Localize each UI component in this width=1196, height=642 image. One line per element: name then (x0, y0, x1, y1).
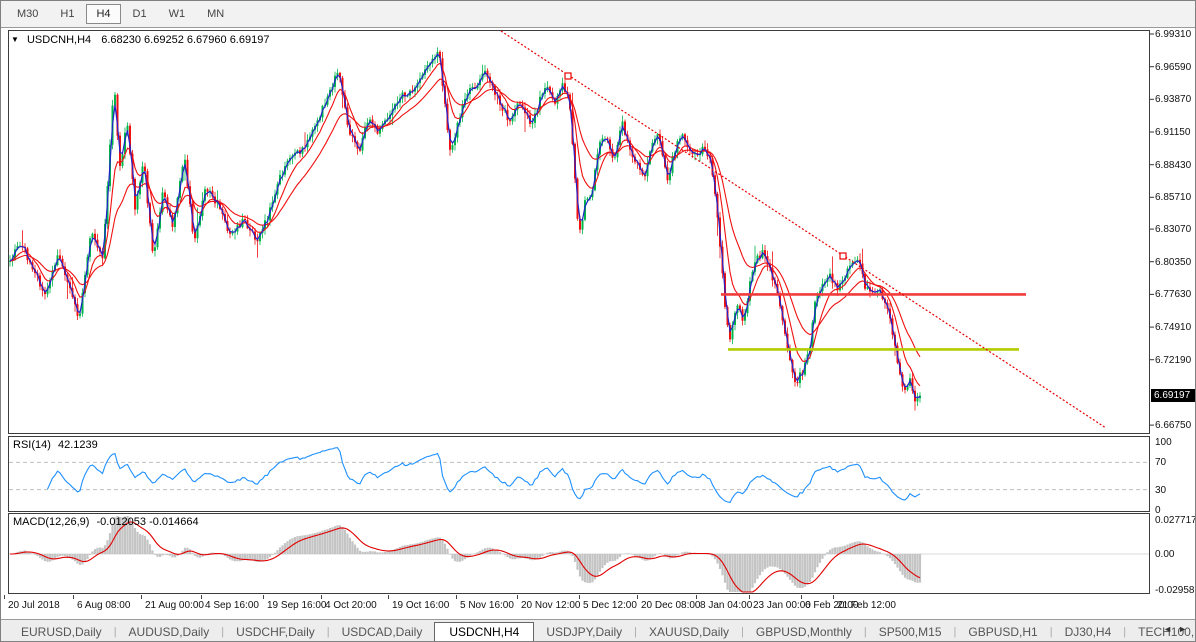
tab-scroll-arrows: ◄► (1163, 624, 1193, 634)
price-axis-label: 6.72190 (1155, 355, 1191, 366)
date-axis-label: 6 Aug 08:00 (77, 600, 130, 611)
timeframe-button-w1[interactable]: W1 (159, 4, 196, 24)
chart-symbol-label: USDCNH,H4 (27, 34, 91, 46)
price-axis-label: 6.83070 (1155, 224, 1191, 235)
date-axis-label: 5 Nov 16:00 (460, 600, 514, 611)
trendline-handle-1[interactable] (565, 73, 571, 79)
timeframe-button-m30[interactable]: M30 (7, 4, 48, 24)
rsi-axis-label: 100 (1155, 437, 1172, 448)
timeframe-toolbar: M30H1H4D1W1MN (1, 1, 1196, 28)
timeframe-button-h1[interactable]: H1 (50, 4, 84, 24)
date-tick-mark (696, 595, 697, 599)
date-axis: 20 Jul 2018 6 Aug 08:00 21 Aug 00:004 Sep … (1, 595, 1196, 619)
terminal-window: M30H1H4D1W1MN ▼ USDCNH,H4 6.68230 6.6925… (0, 0, 1196, 642)
macd-axis-label: 0.00 (1155, 549, 1174, 560)
rsi-plot-frame (9, 437, 1150, 512)
date-axis-label: 20 Jul 2018 (8, 600, 60, 611)
main-plot-frame (9, 31, 1150, 434)
date-tick-mark (73, 595, 74, 599)
price-axis-label: 6.85710 (1155, 192, 1191, 203)
macd-label: MACD(12,26,9) -0.012053 -0.014664 (13, 516, 199, 528)
chart-title: ▼ USDCNH,H4 6.68230 6.69252 6.67960 6.69… (11, 34, 269, 46)
date-axis-label: 4 Sep 16:00 (205, 600, 259, 611)
date-tick-mark (801, 595, 802, 599)
price-axis-label: 6.74910 (1155, 322, 1191, 333)
date-tick-mark (833, 595, 834, 599)
chart-tab-usdcad-daily[interactable]: USDCAD,Daily (330, 623, 435, 641)
price-axis-label: 6.66750 (1155, 420, 1191, 431)
date-axis-label: 21 Aug 00:00 (145, 600, 204, 611)
tab-scroll-right-icon[interactable]: ► (1178, 624, 1193, 634)
date-tick-mark (637, 595, 638, 599)
chart-tab-usdcnh-h4[interactable]: USDCNH,H4 (434, 622, 534, 642)
main-chart-panel[interactable]: ▼ USDCNH,H4 6.68230 6.69252 6.67960 6.69… (1, 29, 1196, 435)
rsi-axis-label: 30 (1155, 485, 1166, 496)
tab-scroll-left-icon[interactable]: ◄ (1163, 624, 1178, 634)
date-axis-label: 8 Jan 04:00 (700, 600, 752, 611)
price-axis-label: 6.80350 (1155, 257, 1191, 268)
rsi-plot[interactable] (1, 436, 1196, 512)
date-axis-label: 23 Jan 00:00 (753, 600, 811, 611)
timeframe-button-h4[interactable]: H4 (86, 4, 120, 24)
chart-ohlc-values: 6.68230 6.69252 6.67960 6.69197 (101, 34, 269, 46)
current-price-tag: 6.69197 (1151, 389, 1196, 402)
chart-tab-xauusd-daily[interactable]: XAUUSD,Daily (637, 623, 741, 641)
price-axis-label: 6.93870 (1155, 94, 1191, 105)
chart-tab-gbpusd-monthly[interactable]: GBPUSD,Monthly (744, 623, 864, 641)
collapse-triangle-icon[interactable]: ▼ (11, 35, 19, 44)
chart-tab-usdjpy-daily[interactable]: USDJPY,Daily (534, 623, 634, 641)
date-axis-label: 20 Dec 08:00 (641, 600, 701, 611)
chart-tab-eurusd-daily[interactable]: EURUSD,Daily (9, 623, 114, 641)
date-axis-label: 19 Oct 16:00 (392, 600, 449, 611)
price-axis-label: 6.99310 (1155, 29, 1191, 40)
macd-axis-label: 0.027717 (1155, 515, 1196, 526)
chart-tab-bar: EURUSD,Daily|AUDUSD,Daily|USDCHF,Daily|U… (1, 619, 1196, 642)
date-tick-mark (579, 595, 580, 599)
timeframe-button-d1[interactable]: D1 (123, 4, 157, 24)
rsi-indicator-panel[interactable]: RSI(14) 42.1239 10070300 (1, 436, 1196, 512)
date-axis-label: 21 Feb 12:00 (837, 600, 896, 611)
date-tick-mark (517, 595, 518, 599)
date-tick-mark (388, 595, 389, 599)
trendline-handle-2[interactable] (840, 253, 846, 259)
rsi-label: RSI(14) 42.1239 (13, 439, 98, 451)
date-tick-mark (141, 595, 142, 599)
chart-tab-sp500-m15[interactable]: SP500,M15 (867, 623, 954, 641)
price-axis-label: 6.77630 (1155, 289, 1191, 300)
date-tick-mark (321, 595, 322, 599)
date-tick-mark (749, 595, 750, 599)
chart-tab-gbpusd-h1[interactable]: GBPUSD,H1 (956, 623, 1049, 641)
chart-tab-audusd-daily[interactable]: AUDUSD,Daily (117, 623, 222, 641)
date-tick-mark (4, 595, 5, 599)
date-axis-label: 19 Sep 16:00 (267, 600, 327, 611)
date-axis-label: 20 Nov 12:00 (521, 600, 581, 611)
macd-indicator-panel[interactable]: MACD(12,26,9) -0.012053 -0.014664 0.0277… (1, 513, 1196, 595)
date-tick-mark (456, 595, 457, 599)
date-axis-label: 5 Dec 12:00 (583, 600, 637, 611)
chart-tab-dj30-h4[interactable]: DJ30,H4 (1053, 623, 1124, 641)
price-axis-label: 6.88430 (1155, 160, 1191, 171)
rsi-axis-label: 70 (1155, 457, 1166, 468)
timeframe-button-mn[interactable]: MN (197, 4, 234, 24)
price-axis-label: 6.91150 (1155, 127, 1190, 138)
date-axis-label: 4 Oct 20:00 (325, 600, 377, 611)
chart-tab-usdchf-daily[interactable]: USDCHF,Daily (224, 623, 327, 641)
price-axis-label: 6.96590 (1155, 62, 1191, 73)
date-tick-mark (201, 595, 202, 599)
candlestick-chart[interactable] (1, 29, 1196, 435)
date-tick-mark (263, 595, 264, 599)
